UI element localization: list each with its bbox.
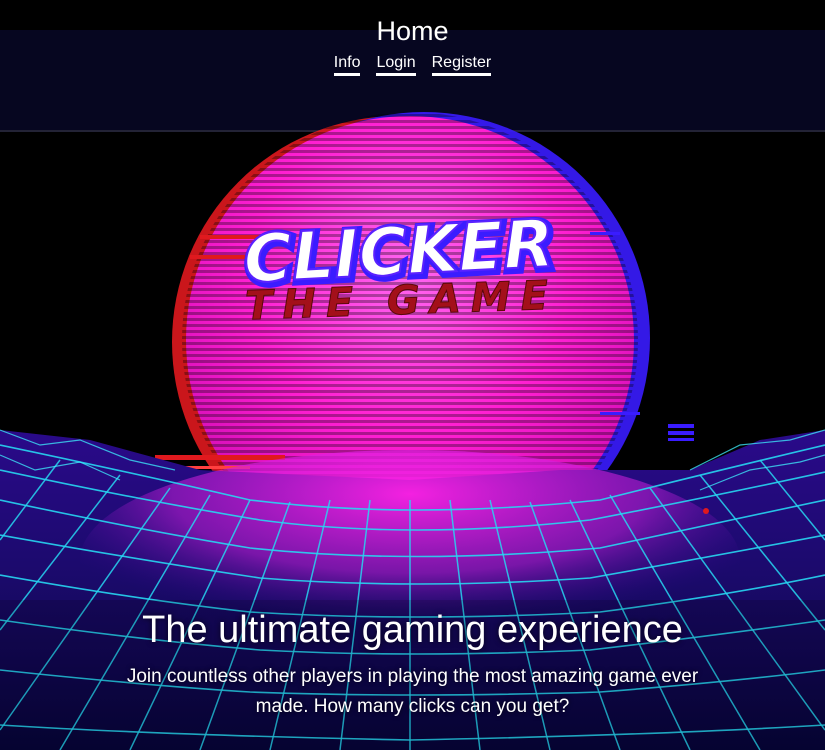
nav-link-info[interactable]: Info	[333, 54, 361, 76]
hero-subtitle: Join countless other players in playing …	[126, 666, 699, 717]
logo-sub: THE GAME	[244, 273, 558, 330]
hero-heading: The ultimate gaming experience	[142, 609, 683, 651]
main-nav: Info Login Register	[0, 54, 825, 76]
nav-link-login[interactable]: Login	[376, 54, 416, 76]
hero-section: The ultimate gaming experience Join coun…	[0, 608, 825, 722]
page-title: Home	[376, 16, 449, 46]
landing-page: CLICKER CLICKER THE GAME Home Info Login…	[0, 0, 825, 750]
site-header: Home Info Login Register	[0, 0, 825, 76]
nav-link-register[interactable]: Register	[431, 54, 492, 76]
